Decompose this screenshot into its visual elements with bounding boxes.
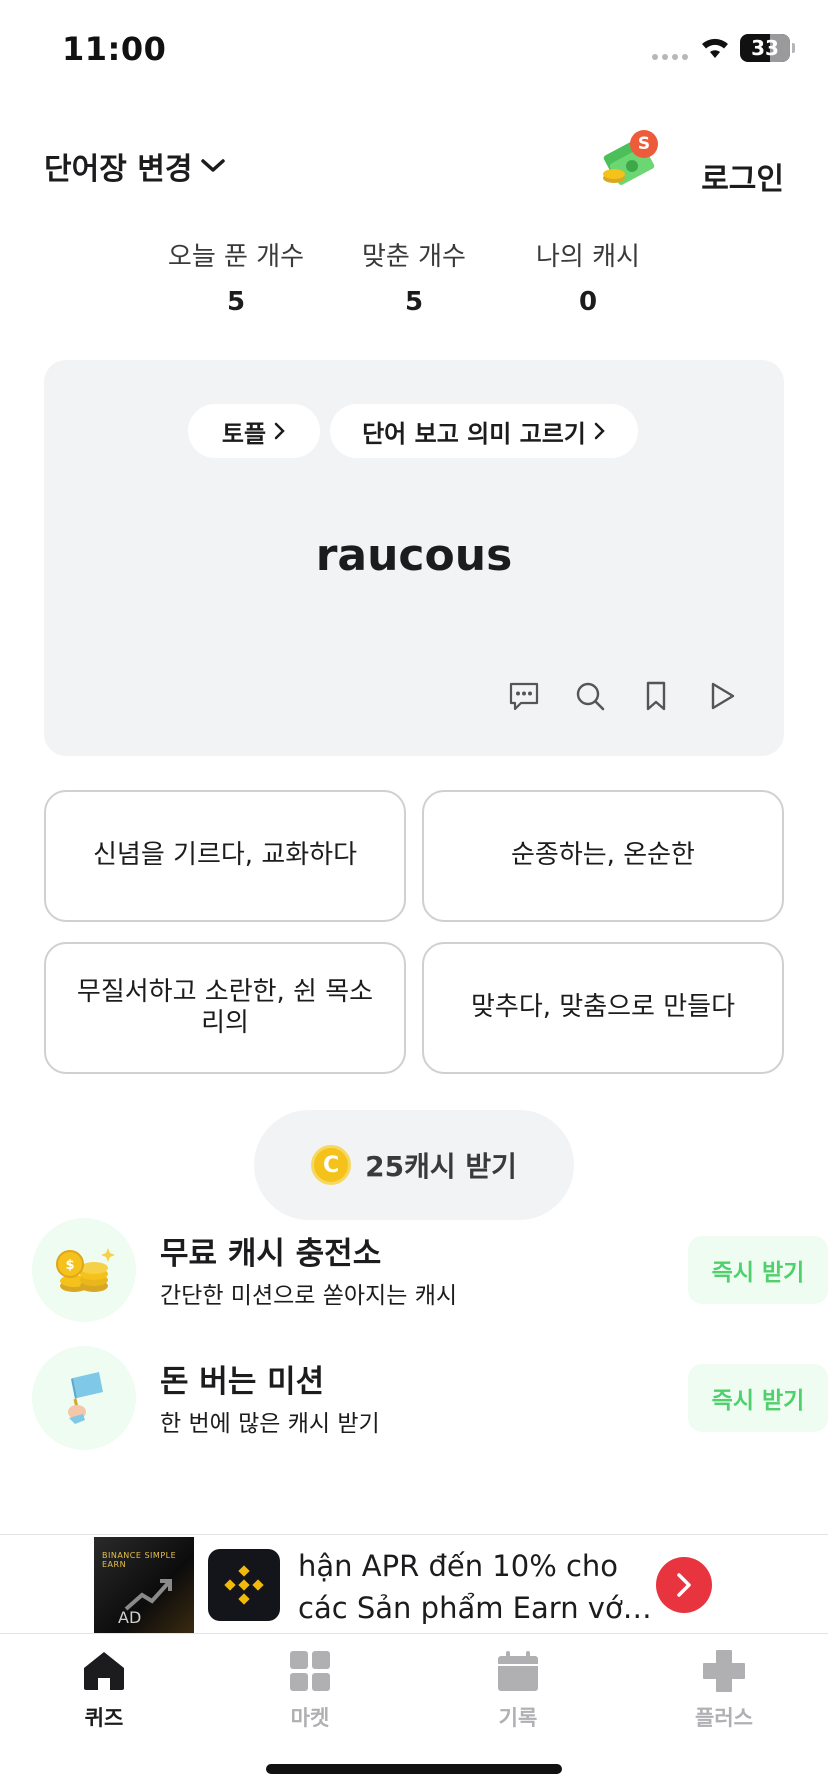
stat-label: 오늘 푼 개수 bbox=[167, 242, 305, 272]
wifi-icon bbox=[702, 38, 728, 58]
stat-label: 나의 캐시 bbox=[536, 242, 640, 272]
promo-money-mission[interactable]: 돈 버는 미션 한 번에 많은 캐시 받기 즉시 받기 bbox=[32, 1346, 828, 1450]
comment-button[interactable] bbox=[506, 678, 542, 714]
calendar-icon bbox=[458, 1644, 578, 1698]
ad-image: BINANCE SIMPLE EARN AD bbox=[94, 1537, 194, 1633]
claim-cash-button[interactable]: C 25캐시 받기 bbox=[254, 1110, 574, 1220]
comment-icon bbox=[509, 682, 539, 711]
chevron-right-icon bbox=[594, 422, 605, 440]
answer-option-3[interactable]: 무질서하고 소란한, 쉰 목소리의 bbox=[44, 942, 406, 1074]
ad-banner[interactable]: BINANCE SIMPLE EARN AD hận APR đến 10% c… bbox=[0, 1534, 828, 1634]
grid-icon bbox=[250, 1644, 370, 1698]
bookmark-button[interactable] bbox=[638, 678, 674, 714]
coins-icon: $ bbox=[32, 1218, 136, 1322]
search-icon bbox=[576, 682, 605, 711]
promo-claim-button[interactable]: 즉시 받기 bbox=[688, 1364, 828, 1432]
category-chip-label: 토플 bbox=[221, 419, 267, 448]
chevron-right-icon bbox=[274, 422, 285, 440]
promo-subtitle: 한 번에 많은 캐시 받기 bbox=[160, 1411, 380, 1437]
stat-value: 0 bbox=[578, 287, 598, 317]
tab-plus[interactable]: 플러스 bbox=[664, 1644, 784, 1732]
bookmark-icon bbox=[646, 681, 666, 711]
tab-quiz[interactable]: 퀴즈 bbox=[44, 1644, 164, 1732]
tab-label: 퀴즈 bbox=[84, 1706, 124, 1730]
login-button[interactable]: 로그인 bbox=[701, 154, 784, 198]
status-bar: 11:00 33 bbox=[0, 0, 828, 100]
card-toolbar bbox=[506, 678, 740, 714]
coin-icon: C bbox=[311, 1145, 352, 1185]
ad-tag: AD bbox=[118, 1608, 142, 1627]
chevron-right-icon bbox=[677, 1573, 691, 1597]
wordbook-change-button[interactable]: 단어장 변경 bbox=[44, 144, 226, 188]
tab-history[interactable]: 기록 bbox=[458, 1644, 578, 1732]
flag-icon bbox=[32, 1346, 136, 1450]
promo-title: 무료 캐시 충전소 bbox=[160, 1236, 382, 1272]
quiz-mode-chip[interactable]: 단어 보고 의미 고르기 bbox=[330, 404, 638, 458]
battery-icon: 33 bbox=[740, 34, 790, 62]
signal-icon bbox=[652, 54, 688, 60]
stat-value: 5 bbox=[404, 287, 424, 317]
cash-badge: S bbox=[630, 130, 658, 158]
ad-open-button[interactable] bbox=[656, 1557, 712, 1613]
answer-option-1[interactable]: 신념을 기르다, 교화하다 bbox=[44, 790, 406, 922]
tab-label: 마켓 bbox=[290, 1706, 330, 1730]
svg-text:$: $ bbox=[65, 1258, 74, 1273]
promo-free-cash[interactable]: $ 무료 캐시 충전소 간단한 미션으로 쏟아지는 캐시 즉시 받기 bbox=[32, 1218, 828, 1322]
home-icon bbox=[44, 1644, 164, 1698]
search-button[interactable] bbox=[572, 678, 608, 714]
header: 단어장 변경 S 로그인 bbox=[44, 130, 784, 200]
quiz-word: raucous bbox=[315, 530, 513, 581]
wordbook-change-label: 단어장 변경 bbox=[44, 152, 193, 187]
stat-solved-today: 오늘 푼 개수 5 bbox=[146, 236, 326, 317]
battery-level: 33 bbox=[751, 36, 779, 60]
tab-label: 기록 bbox=[498, 1706, 538, 1730]
promo-title: 돈 버는 미션 bbox=[160, 1364, 325, 1400]
tab-label: 플러스 bbox=[695, 1706, 753, 1730]
answer-option-4[interactable]: 맞추다, 맞춤으로 만들다 bbox=[422, 942, 784, 1074]
quiz-mode-chip-label: 단어 보고 의미 고르기 bbox=[362, 419, 586, 448]
status-time: 11:00 bbox=[62, 30, 167, 68]
ad-text: hận APR đến 10% cho các Sản phẩm Earn vớ… bbox=[298, 1549, 652, 1625]
ad-image-brand: BINANCE SIMPLE EARN bbox=[102, 1551, 177, 1569]
home-indicator[interactable] bbox=[266, 1764, 562, 1774]
answer-option-2[interactable]: 순종하는, 온순한 bbox=[422, 790, 784, 922]
play-icon bbox=[711, 682, 735, 710]
quiz-card: 토플 단어 보고 의미 고르기 raucous bbox=[44, 360, 784, 756]
stat-label: 맞춘 개수 bbox=[362, 242, 466, 272]
stat-correct: 맞춘 개수 5 bbox=[324, 236, 504, 317]
play-button[interactable] bbox=[704, 678, 740, 714]
stat-value: 5 bbox=[226, 287, 246, 317]
chevron-down-icon bbox=[201, 159, 226, 172]
stat-my-cash: 나의 캐시 0 bbox=[498, 236, 678, 317]
claim-cash-label: 25캐시 받기 bbox=[365, 1150, 517, 1183]
plus-icon bbox=[664, 1644, 784, 1698]
promo-subtitle: 간단한 미션으로 쏟아지는 캐시 bbox=[160, 1283, 458, 1309]
promo-claim-button[interactable]: 즉시 받기 bbox=[688, 1236, 828, 1304]
category-chip[interactable]: 토플 bbox=[188, 404, 320, 458]
tab-market[interactable]: 마켓 bbox=[250, 1644, 370, 1732]
binance-logo-icon bbox=[208, 1549, 280, 1621]
